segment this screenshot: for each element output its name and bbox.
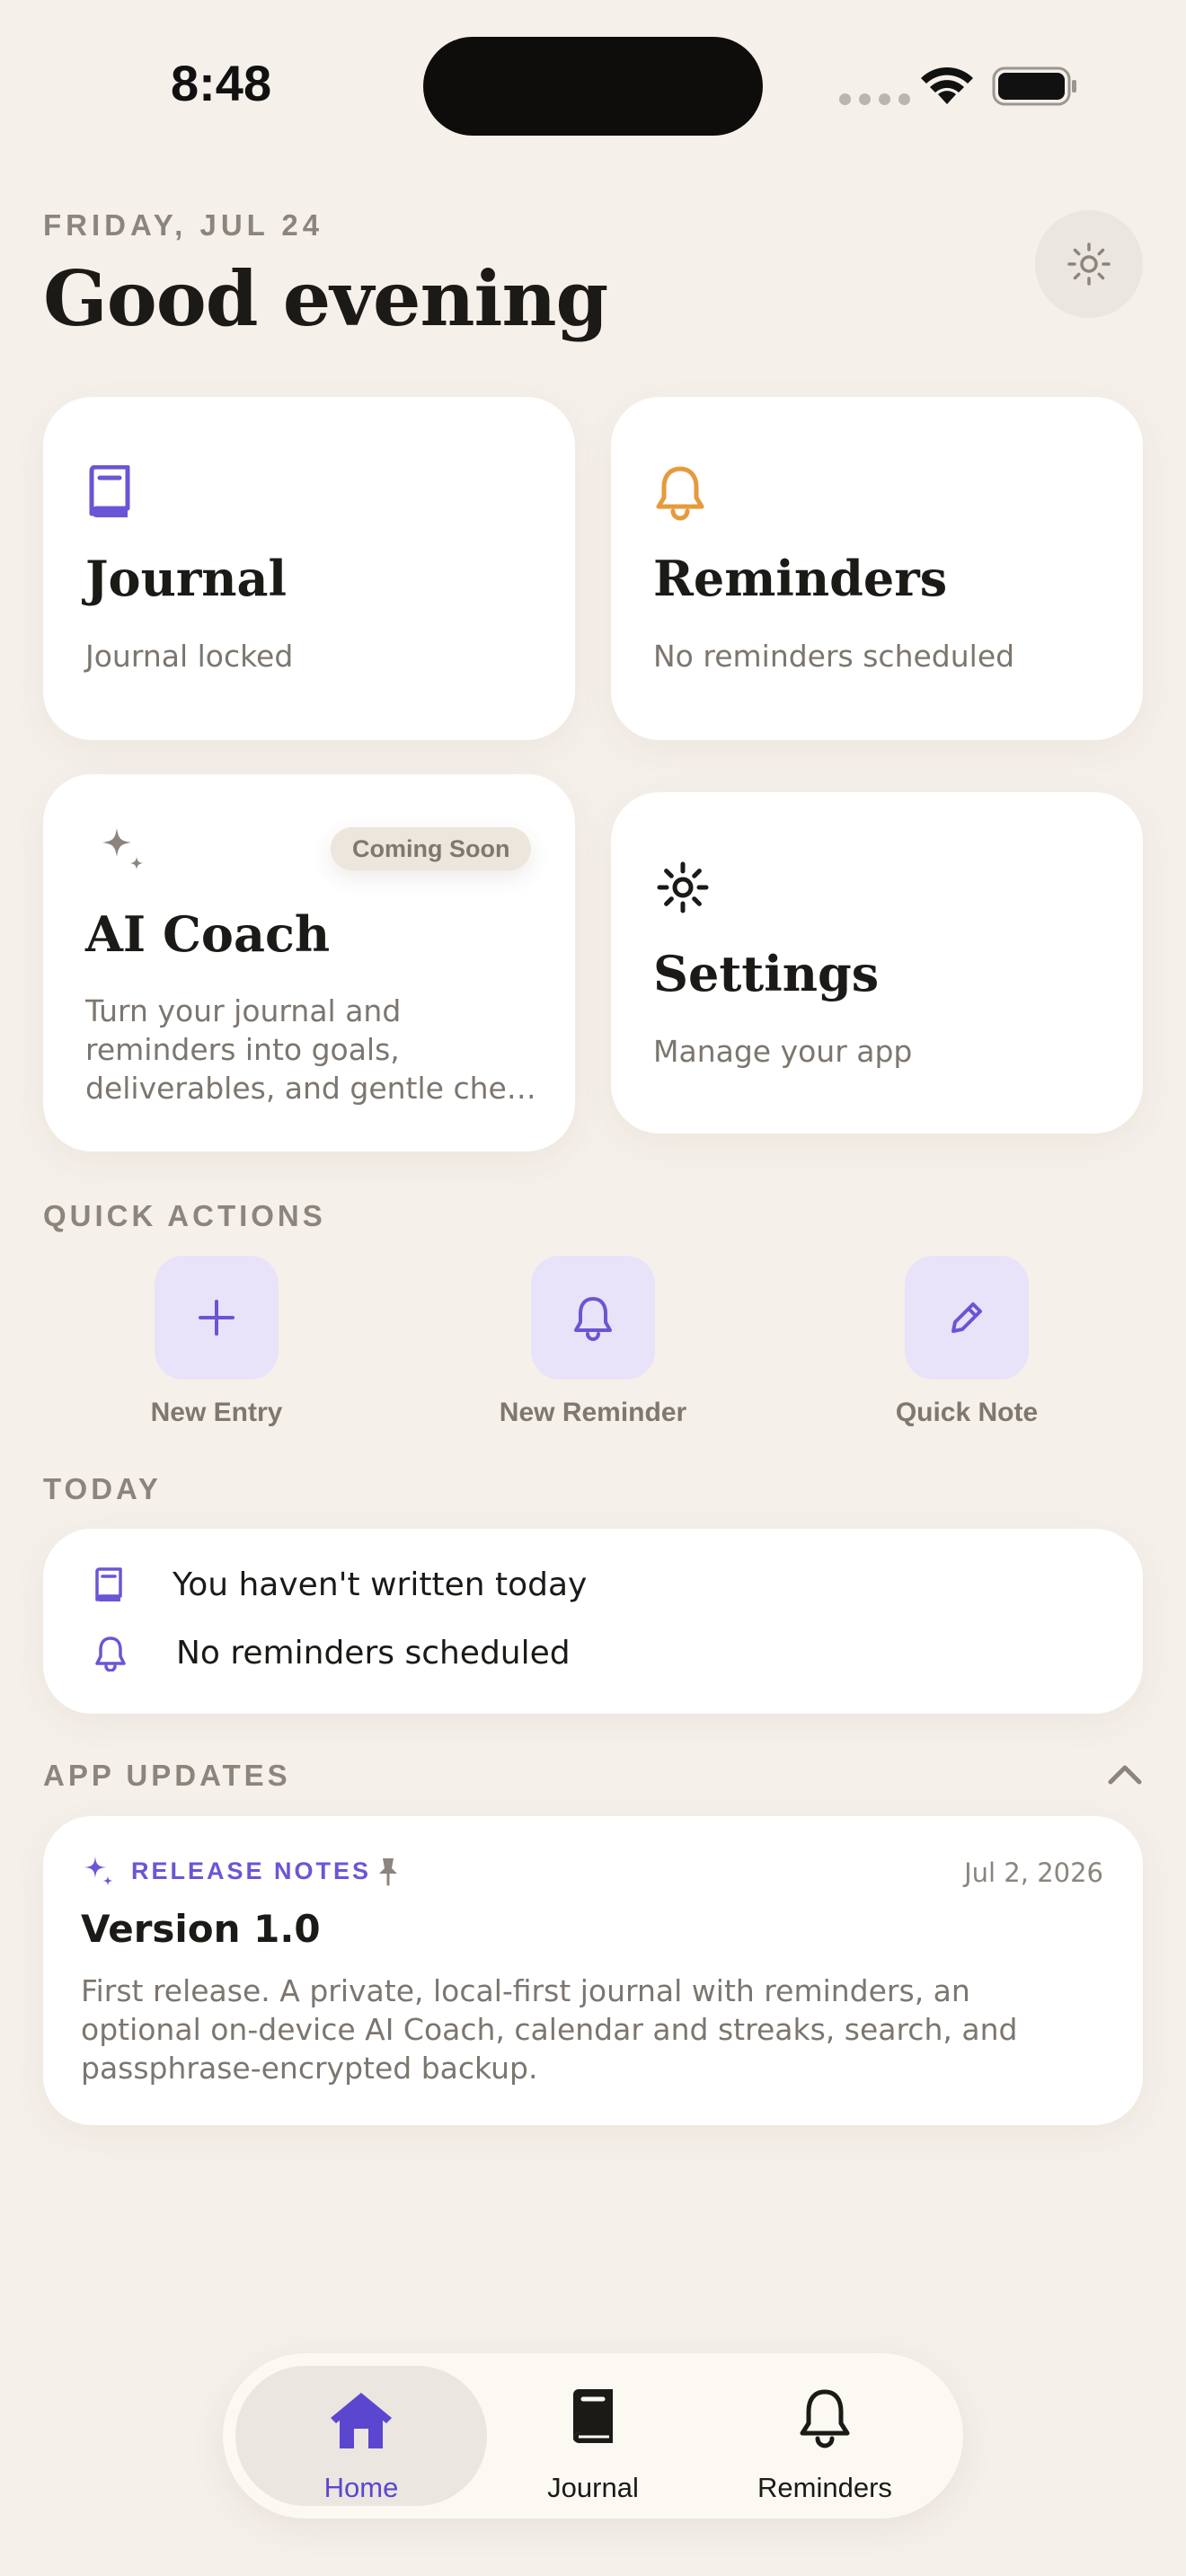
gear-icon	[657, 861, 709, 913]
today-label: TODAY	[43, 1472, 162, 1505]
release-notes-tag: RELEASE NOTES	[131, 1857, 372, 1884]
journal-card-title: Journal	[85, 550, 288, 607]
bell-icon	[95, 1636, 126, 1672]
reminders-card[interactable]: Reminders No reminders scheduled	[611, 397, 1143, 740]
reminders-card-title: Reminders	[653, 550, 948, 607]
app-updates-label: APP UPDATES	[43, 1759, 291, 1792]
settings-card-title: Settings	[653, 945, 880, 1002]
home-icon	[331, 2393, 392, 2448]
new-entry-action[interactable]: New Entry	[82, 1256, 351, 1428]
settings-card[interactable]: Settings Manage your app	[611, 792, 1143, 1134]
tab-bar: Home Journal Reminders	[223, 2353, 963, 2519]
tab-reminders[interactable]: Reminders	[708, 2353, 942, 2519]
new-reminder-action[interactable]: New Reminder	[458, 1256, 728, 1428]
today-journal-row[interactable]: You haven't written today	[93, 1566, 587, 1603]
book-icon	[89, 465, 130, 518]
new-entry-button[interactable]	[155, 1256, 279, 1380]
ai-coach-card-title: AI Coach	[85, 905, 331, 963]
pencil-icon	[951, 1302, 982, 1333]
new-reminder-label: New Reminder	[499, 1398, 687, 1427]
quick-note-label: Quick Note	[895, 1398, 1039, 1427]
date-label: FRIDAY, JUL 24	[43, 208, 324, 242]
tab-reminders-label: Reminders	[757, 2472, 892, 2503]
today-reminders-row[interactable]: No reminders scheduled	[93, 1635, 571, 1672]
pin-icon	[379, 1858, 397, 1886]
sparkle-icon	[102, 828, 143, 869]
cellular-signal-icon	[839, 93, 910, 105]
bell-icon	[656, 466, 704, 521]
quick-note-action[interactable]: Quick Note	[832, 1256, 1102, 1428]
sun-icon	[1067, 243, 1111, 286]
battery-icon	[992, 66, 1076, 106]
theme-toggle-button[interactable]	[1035, 210, 1143, 318]
settings-card-subtitle: Manage your app	[653, 1034, 913, 1069]
today-reminders-text: No reminders scheduled	[176, 1635, 571, 1672]
book-icon	[95, 1566, 122, 1601]
plus-icon	[199, 1300, 235, 1336]
sparkle-icon	[84, 1857, 112, 1885]
today-journal-text: You haven't written today	[173, 1566, 588, 1603]
greeting-title: Good evening	[43, 254, 608, 343]
journal-card[interactable]: Journal Journal locked	[43, 397, 575, 740]
tab-journal[interactable]: Journal	[476, 2353, 710, 2519]
status-time: 8:48	[171, 55, 272, 111]
release-title: Version 1.0	[81, 1907, 321, 1951]
book-icon	[573, 2389, 613, 2444]
coming-soon-badge: Coming Soon	[331, 827, 532, 870]
release-date: Jul 2, 2026	[964, 1857, 1103, 1888]
dynamic-island	[423, 37, 763, 136]
reminders-card-subtitle: No reminders scheduled	[653, 639, 1015, 674]
bell-icon	[574, 1297, 612, 1341]
new-entry-label: New Entry	[150, 1398, 283, 1427]
chevron-up-icon[interactable]	[1107, 1762, 1143, 1786]
home-screen: 8:48 FRIDAY, JUL 24 Good evening Journal…	[0, 0, 1186, 2576]
new-reminder-button[interactable]	[531, 1256, 655, 1380]
release-body: First release. A private, local-first jo…	[81, 1973, 1018, 2086]
journal-card-subtitle: Journal locked	[85, 639, 294, 674]
quick-actions-label: QUICK ACTIONS	[43, 1199, 326, 1232]
today-card[interactable]	[43, 1529, 1143, 1714]
tab-journal-label: Journal	[547, 2472, 639, 2503]
bell-icon	[800, 2389, 850, 2448]
wifi-icon	[921, 66, 973, 104]
quick-note-button[interactable]	[905, 1256, 1029, 1380]
tab-home[interactable]: Home	[244, 2353, 478, 2519]
ai-coach-card-subtitle: Turn your journal and reminders into goa…	[85, 993, 536, 1106]
tab-home-label: Home	[323, 2472, 399, 2503]
